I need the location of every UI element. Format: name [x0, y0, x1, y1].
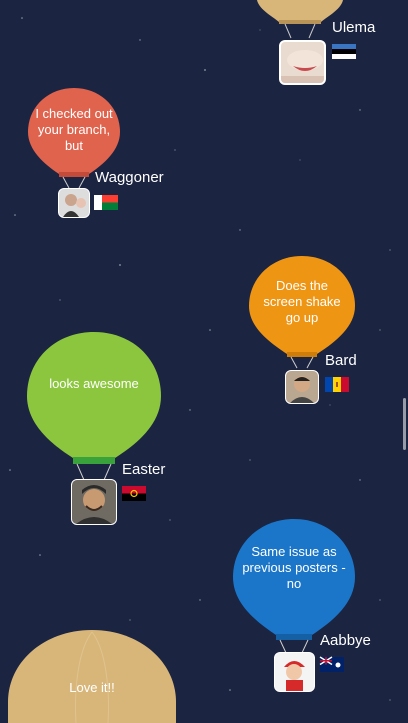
madagascar-flag [94, 195, 118, 210]
user-photo-icon [59, 189, 89, 217]
user-photo-icon [72, 480, 116, 524]
username: Bard [325, 352, 357, 369]
anguilla-flag [319, 656, 344, 672]
username: Ulema [332, 19, 376, 36]
username: Aabbye [320, 632, 371, 649]
moldova-flag [325, 377, 349, 392]
balloon-easter[interactable]: looks awesome Easter [27, 332, 187, 527]
user-photo-icon [281, 42, 324, 83]
avatar[interactable] [71, 479, 117, 525]
balloon-message: Love it!! [69, 680, 115, 695]
avatar[interactable] [285, 370, 319, 404]
hot-air-balloon-icon [27, 332, 161, 481]
balloon-ulema[interactable]: Ulema [255, 0, 375, 86]
avatar[interactable] [274, 652, 315, 692]
avatar[interactable] [58, 188, 90, 218]
user-photo-icon [275, 653, 314, 691]
balloon-message: I checked out your branch, but [35, 106, 113, 153]
angola-flag [122, 486, 146, 501]
scrollbar[interactable] [403, 398, 406, 450]
balloon-bard[interactable]: Does the screen shake go up Bard [249, 256, 399, 406]
balloon-aabbye[interactable]: Same issue as previous posters - no Aabb… [233, 519, 393, 694]
balloon-message: looks awesome [49, 376, 139, 391]
username: Easter [122, 461, 166, 478]
balloon-message: Same issue as previous posters - no [242, 544, 346, 591]
username: Waggoner [95, 169, 164, 186]
avatar[interactable] [279, 40, 326, 85]
balloon-waggoner[interactable]: I checked out your branch, but Waggoner [26, 88, 176, 220]
user-photo-icon [286, 371, 318, 403]
balloon-bottom[interactable]: Love it!! [8, 630, 176, 723]
hot-air-balloon-icon [8, 630, 176, 723]
balloon-message: Does the screen shake go up [263, 278, 341, 325]
estonia-flag [332, 44, 356, 59]
